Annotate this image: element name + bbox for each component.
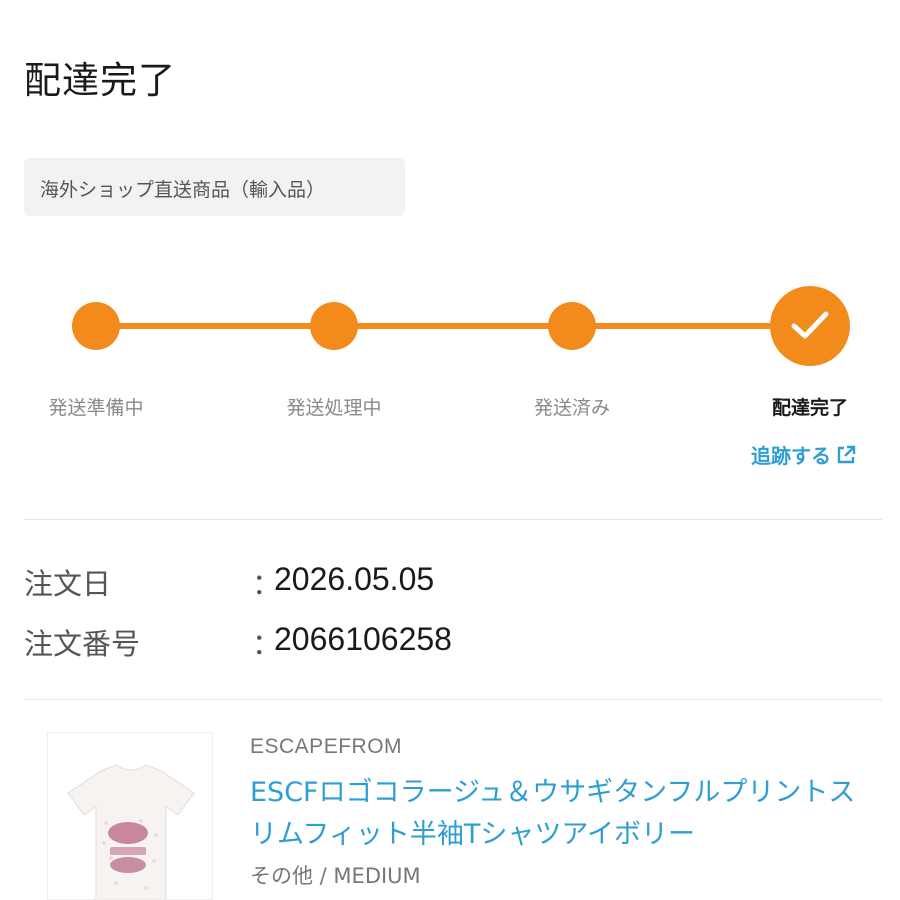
step-dot-preparing — [72, 302, 120, 350]
step-label-processing: 発送処理中 — [286, 397, 382, 419]
divider — [24, 519, 882, 520]
divider — [24, 699, 882, 700]
page-title: 配達完了 — [24, 59, 176, 102]
step-label-preparing: 発送準備中 — [48, 397, 144, 419]
delivery-progress — [0, 280, 900, 370]
step-label-shipped: 発送済み — [533, 397, 610, 419]
progress-line — [95, 323, 815, 329]
product-thumbnail[interactable] — [47, 732, 213, 900]
step-dot-shipped — [548, 302, 596, 350]
check-icon — [791, 311, 829, 339]
step-dot-processing — [310, 302, 358, 350]
order-date-value: 2026.05.05 — [274, 561, 435, 597]
track-link[interactable]: 追跡する — [751, 440, 857, 469]
product-name-link[interactable]: ESCFロゴコラージュ＆ウサギタンフルプリントスリムフィット半袖Tシャツアイボリ… — [250, 772, 870, 856]
shop-tag: 海外ショップ直送商品（輸入品） — [24, 158, 405, 216]
track-link-label: 追跡する — [751, 444, 831, 468]
product-brand: ESCAPEFROM — [250, 735, 403, 758]
product-variant: その他 / MEDIUM — [250, 864, 421, 888]
order-number-value: 2066106258 — [274, 621, 452, 657]
external-link-icon — [837, 445, 856, 464]
step-dot-delivered — [770, 286, 850, 366]
order-number-label: 注文番号 — [24, 627, 141, 661]
step-label-delivered: 配達完了 — [771, 397, 848, 419]
order-date-label: 注文日 — [24, 567, 112, 601]
tshirt-image — [67, 764, 195, 899]
